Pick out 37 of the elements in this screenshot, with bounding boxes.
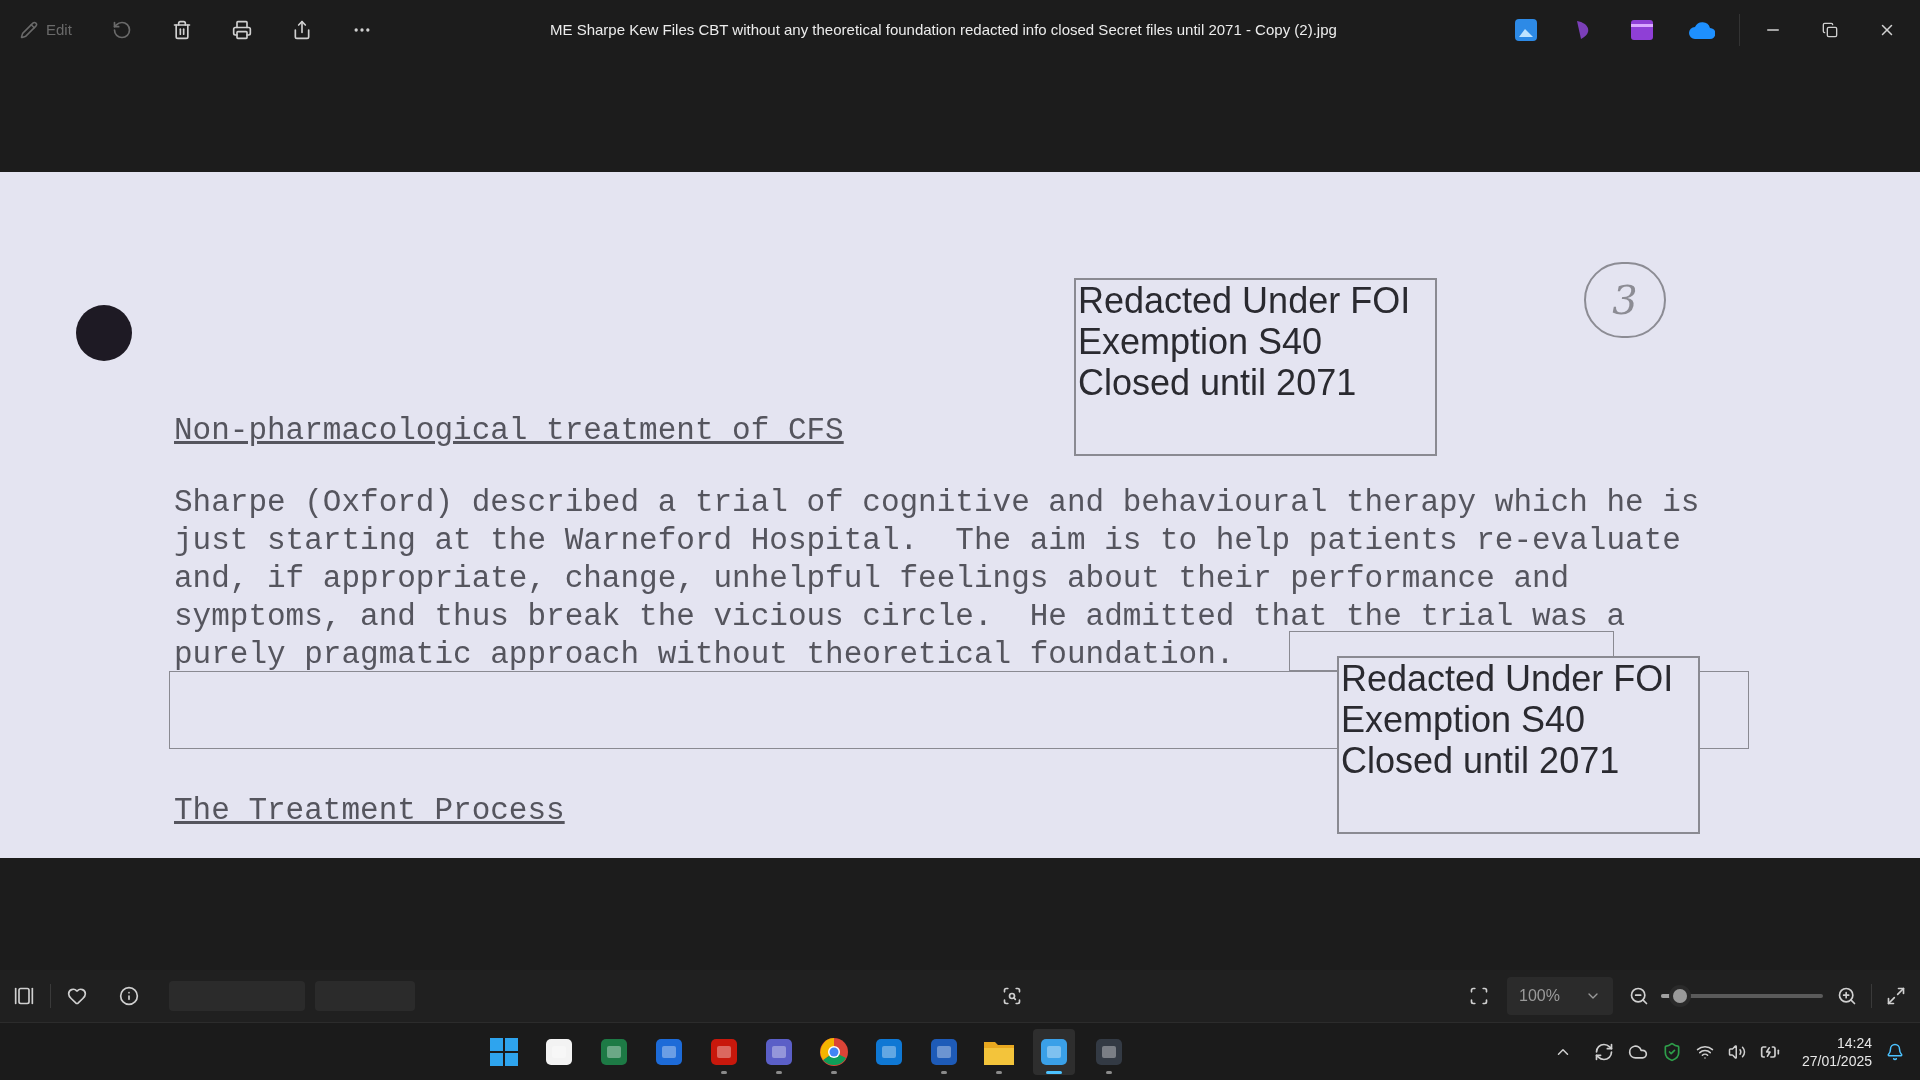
page-number: 3 <box>1584 262 1666 338</box>
zoom-in-icon[interactable] <box>1837 986 1857 1006</box>
info-icon[interactable] <box>119 986 139 1006</box>
fit-to-window-icon[interactable] <box>1469 986 1489 1006</box>
paragraph-line: just starting at the Warneford Hospital. The aim is to help patients re-evaluate <box>174 522 1681 560</box>
print-icon[interactable] <box>231 20 252 40</box>
paragraph-line: symptoms, and thus break the vicious circle. He admitted that the trial was a <box>174 598 1626 636</box>
paragraph-line: Sharpe (Oxford) described a trial of cognitive and behavioural therapy which he is <box>174 484 1700 522</box>
fullscreen-icon[interactable] <box>1886 986 1906 1006</box>
volume-icon[interactable] <box>1727 1042 1746 1061</box>
paragraph-line: and, if appropriate, change, unhelpful feelings about their performance and <box>174 560 1570 598</box>
sync-icon[interactable] <box>1593 1041 1614 1062</box>
delete-icon[interactable] <box>171 20 192 40</box>
cloud-icon[interactable] <box>1689 21 1715 39</box>
browser-icon <box>820 1037 849 1066</box>
hole-punch-mark <box>76 305 132 361</box>
favorite-icon[interactable] <box>67 986 87 1006</box>
section-heading: Non-pharmacological treatment of CFS <box>174 412 844 450</box>
section-heading: The Treatment Process <box>174 792 565 830</box>
filmstrip-icon[interactable] <box>14 986 34 1006</box>
clock-date: 27/01/2025 <box>1801 1051 1872 1070</box>
clock-time: 14:24 <box>1836 1033 1872 1052</box>
photo-editor-icon[interactable] <box>1515 19 1537 41</box>
zoom-out-icon[interactable] <box>1629 986 1649 1006</box>
paragraph-line: purely pragmatic approach without theoretical foundation. <box>174 636 1235 674</box>
zoom-dropdown[interactable]: 100% <box>1507 977 1613 1015</box>
zoom-slider[interactable] <box>1661 984 1823 1008</box>
window-title: ME Sharpe Kew Files CBT without any theoretical foundation redacted info closed Secret files until 2071 - Copy (2).jpg <box>549 19 1338 40</box>
notification-icon[interactable] <box>1886 1042 1904 1061</box>
visual-search-icon[interactable] <box>1002 986 1022 1006</box>
redaction-stamp: Redacted Under FOI Exemption S40 Closed until 2071 <box>1337 656 1700 834</box>
start-icon <box>490 1037 519 1066</box>
redaction-stamp: Redacted Under FOI Exemption S40 Closed until 2071 <box>1074 278 1437 456</box>
restore-icon[interactable] <box>1822 22 1838 38</box>
rotate-icon[interactable] <box>111 20 132 40</box>
taskbar-app-button[interactable] <box>1033 1028 1076 1075</box>
edit-icon <box>20 21 38 39</box>
